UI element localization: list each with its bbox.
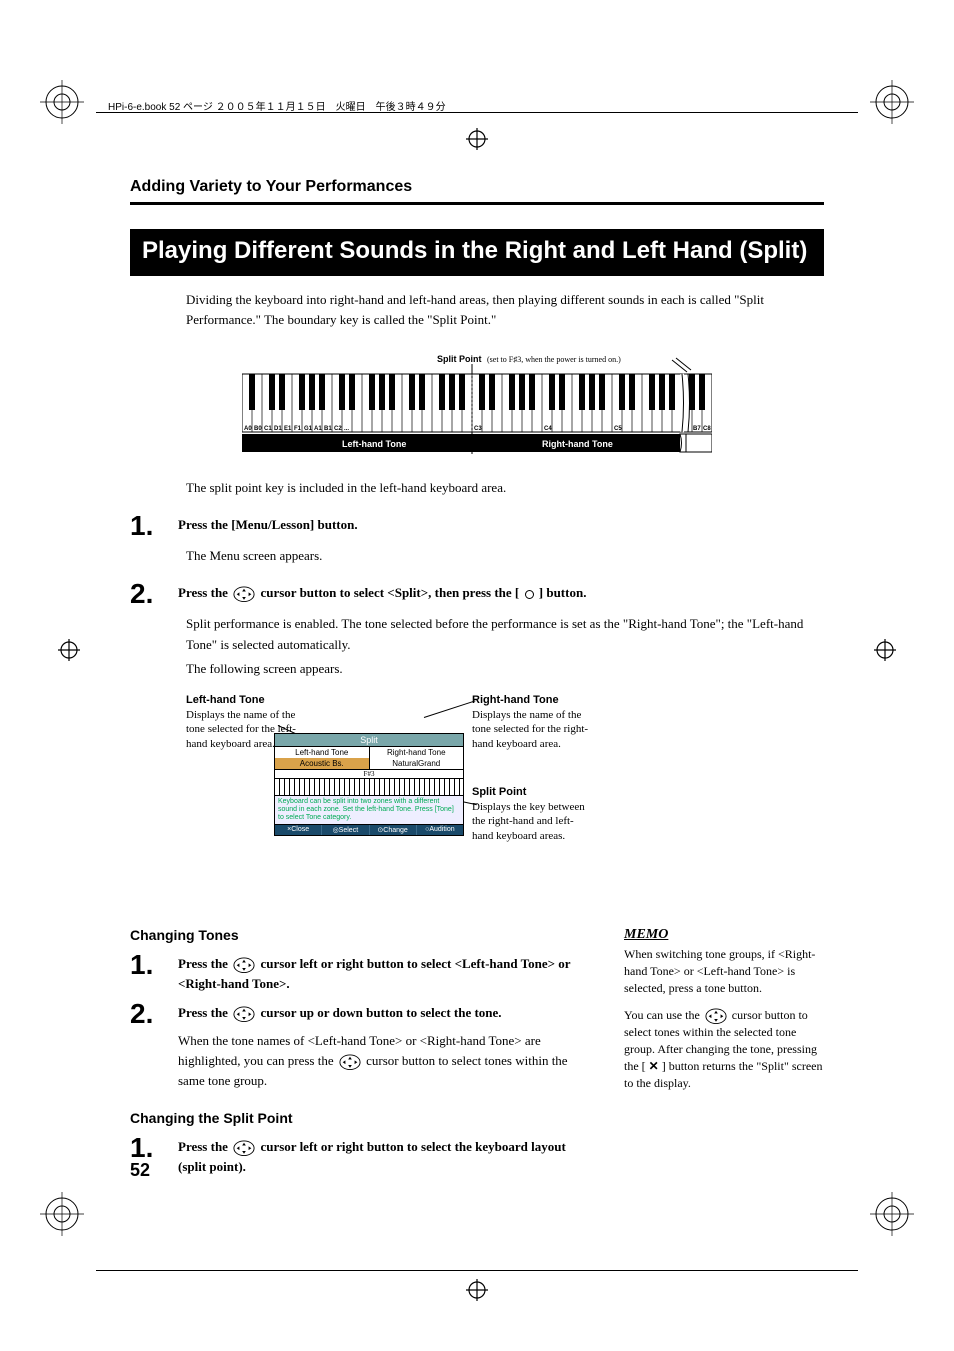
svg-text:G1: G1 bbox=[304, 426, 313, 432]
leader-line bbox=[424, 700, 476, 718]
x-button-icon: ✕ bbox=[649, 1058, 659, 1075]
lcd-screenshot: Split Left-hand Tone Right-hand Tone Aco… bbox=[274, 733, 464, 836]
registration-mark-bl bbox=[40, 1192, 84, 1236]
svg-text:B7: B7 bbox=[693, 426, 701, 432]
circle-button-icon bbox=[525, 590, 534, 599]
callout-right-tone: Right-hand Tone Displays the name of the… bbox=[472, 693, 592, 752]
crop-mark-right bbox=[874, 639, 896, 661]
step-number: 1. bbox=[130, 512, 178, 540]
registration-mark-tl bbox=[40, 80, 84, 124]
lcd-col-right-hdr: Right-hand Tone bbox=[370, 747, 464, 758]
header-note: HPi-6-e.book 52 ページ ２００５年１１月１５日 火曜日 午後３時… bbox=[108, 98, 446, 113]
lcd-title: Split bbox=[275, 734, 463, 747]
step-number: 1. bbox=[130, 951, 178, 979]
svg-text:Right-hand Tone: Right-hand Tone bbox=[542, 439, 613, 449]
keyboard-diagram: Split Point (set to F♯3, when the power … bbox=[242, 354, 712, 464]
svg-text:C3: C3 bbox=[474, 426, 482, 432]
csp-step-1: 1. Press the cursor left or right button… bbox=[130, 1134, 596, 1177]
memo-p1: When switching tone groups, if <Right-ha… bbox=[624, 946, 824, 996]
header-rule bbox=[96, 112, 858, 113]
page-title: Playing Different Sounds in the Right an… bbox=[130, 229, 824, 276]
lcd-close: ×Close bbox=[275, 825, 322, 835]
memo-label: MEMO bbox=[624, 925, 824, 945]
svg-text:B1: B1 bbox=[324, 426, 332, 432]
lcd-split-point-label: F#3 bbox=[275, 769, 463, 778]
lcd-select: ◎Select bbox=[322, 825, 369, 835]
svg-text:A0: A0 bbox=[244, 426, 252, 432]
memo-sidebar: MEMO When switching tone groups, if <Rig… bbox=[624, 917, 824, 1183]
section-header: Adding Variety to Your Performances bbox=[130, 178, 824, 196]
split-point-label: Split Point bbox=[437, 354, 482, 364]
lcd-bottom-bar: ×Close ◎Select ⊙Change ○Audition bbox=[275, 825, 463, 835]
step-2-after-b: The following screen appears. bbox=[186, 659, 824, 679]
lcd-right-tone: NaturalGrand bbox=[370, 758, 464, 769]
crop-mark-bottom bbox=[466, 1279, 488, 1301]
changing-split-point-heading: Changing the Split Point bbox=[130, 1110, 596, 1126]
svg-text:C8: C8 bbox=[703, 426, 711, 432]
svg-text:(set to F♯3, when the power is: (set to F♯3, when the power is turned on… bbox=[487, 355, 621, 364]
svg-text:B0: B0 bbox=[254, 426, 262, 432]
cursor-icon bbox=[233, 1140, 255, 1156]
changing-tones-heading: Changing Tones bbox=[130, 927, 596, 943]
crop-mark-top bbox=[466, 128, 488, 150]
lcd-left-tone: Acoustic Bs. bbox=[275, 758, 370, 769]
step-number: 1. bbox=[130, 1134, 178, 1162]
step-2-bold-a: Press the bbox=[178, 585, 231, 600]
svg-text:Left-hand Tone: Left-hand Tone bbox=[342, 439, 406, 449]
svg-text:F1: F1 bbox=[294, 426, 302, 432]
registration-mark-br bbox=[870, 1192, 914, 1236]
step-2-bold-b: cursor button to select <Split>, then pr… bbox=[257, 585, 522, 600]
svg-text:...: ... bbox=[344, 426, 349, 432]
cursor-icon bbox=[705, 1008, 727, 1024]
step-1-after: The Menu screen appears. bbox=[186, 546, 824, 566]
svg-text:C1: C1 bbox=[264, 426, 272, 432]
footer-rule bbox=[96, 1270, 858, 1271]
lcd-message: Keyboard can be split into two zones wit… bbox=[275, 796, 463, 825]
ct-step-2: 2. Press the cursor up or down button to… bbox=[130, 1000, 596, 1092]
svg-text:C4: C4 bbox=[544, 426, 552, 432]
svg-text:C2: C2 bbox=[334, 426, 342, 432]
svg-text:C5: C5 bbox=[614, 426, 622, 432]
cursor-icon bbox=[233, 1006, 255, 1022]
lcd-mini-keys bbox=[275, 778, 463, 796]
step-1: 1. Press the [Menu/Lesson] button. bbox=[130, 512, 824, 540]
cursor-icon bbox=[339, 1054, 361, 1070]
registration-mark-tr bbox=[870, 80, 914, 124]
lcd-change: ⊙Change bbox=[370, 825, 417, 835]
step-1-bold: Press the [Menu/Lesson] button. bbox=[178, 517, 358, 532]
page-number: 52 bbox=[130, 1160, 150, 1181]
svg-text:A1: A1 bbox=[314, 426, 322, 432]
step-2-after-a: Split performance is enabled. The tone s… bbox=[186, 614, 824, 654]
split-screen-figure: Left-hand Tone Displays the name of the … bbox=[186, 693, 824, 893]
section-rule bbox=[130, 202, 824, 205]
crop-mark-left bbox=[58, 639, 80, 661]
step-number: 2. bbox=[130, 1000, 178, 1028]
ct-step-1: 1. Press the cursor left or right button… bbox=[130, 951, 596, 994]
svg-text:E1: E1 bbox=[284, 426, 292, 432]
step-number: 2. bbox=[130, 580, 178, 608]
memo-p2: You can use the cursor button to select … bbox=[624, 1007, 824, 1092]
callout-split-point: Split Point Displays the key between the… bbox=[472, 785, 592, 844]
intro-paragraph: Dividing the keyboard into right-hand an… bbox=[186, 290, 824, 330]
lcd-col-left-hdr: Left-hand Tone bbox=[275, 747, 370, 758]
step-2-bold-c: ] button. bbox=[536, 585, 587, 600]
after-keyboard-text: The split point key is included in the l… bbox=[186, 478, 824, 498]
svg-text:D1: D1 bbox=[274, 426, 282, 432]
cursor-icon bbox=[233, 957, 255, 973]
step-2: 2. Press the cursor button to select <Sp… bbox=[130, 580, 824, 608]
lcd-audition: ○Audition bbox=[417, 825, 463, 835]
cursor-icon bbox=[233, 586, 255, 602]
